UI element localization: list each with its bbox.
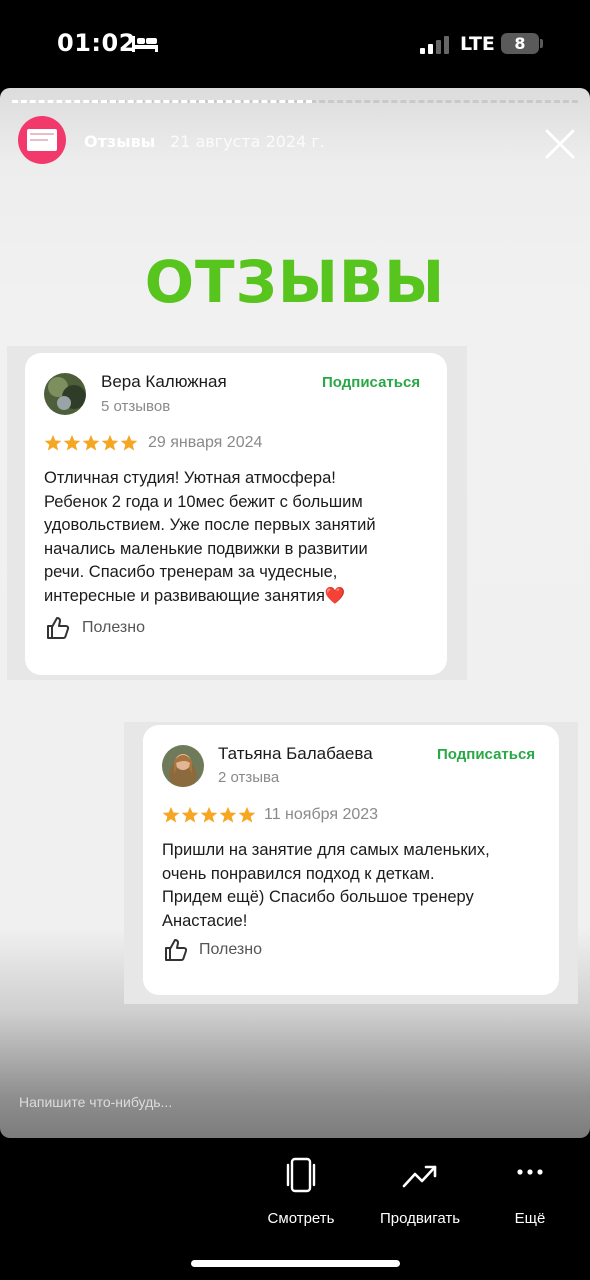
view-label: Смотреть [267, 1210, 335, 1227]
useful-button[interactable]: Полезно [82, 619, 145, 637]
home-indicator[interactable] [191, 1260, 400, 1267]
promote-button[interactable]: Продвигать [360, 1156, 480, 1227]
reviewer-photo-icon [162, 745, 204, 787]
view-button[interactable]: Смотреть [241, 1156, 361, 1227]
more-dots-icon [517, 1169, 543, 1175]
useful-button[interactable]: Полезно [199, 941, 262, 959]
status-bar: 01:02 LTE 8 [0, 0, 590, 88]
reviewer-avatar[interactable] [162, 745, 204, 787]
review-date: 29 января 2024 [148, 434, 263, 451]
promote-label: Продвигать [379, 1210, 461, 1227]
battery-level: 8 [514, 34, 526, 53]
heart-emoji: ❤️ [324, 586, 346, 605]
star-icon [101, 434, 119, 451]
thumbs-up-icon[interactable] [163, 937, 189, 963]
story-title: ОТЗЫВЫ [144, 248, 446, 316]
bottom-action-bar: Смотреть Продвигать Ещё [0, 1138, 590, 1280]
document-icon [27, 129, 57, 151]
star-icon [82, 434, 100, 451]
reviewer-review-count: 5 отзывов [101, 398, 171, 415]
story-date: 21 августа 2024 г. [170, 132, 325, 151]
star-icon [219, 806, 237, 823]
status-time: 01:02 [57, 29, 136, 57]
review-body: Отличная студия! Уютная атмосфера! Ребен… [44, 469, 376, 605]
reviewer-name[interactable]: Вера Калюжная [101, 372, 227, 392]
thumbs-up-icon[interactable] [45, 615, 71, 641]
story-account-avatar[interactable] [18, 116, 66, 164]
battery-icon: 8 [501, 33, 539, 54]
reviewer-review-count: 2 отзыва [218, 769, 280, 786]
subscribe-button[interactable]: Подписаться [322, 374, 420, 391]
subscribe-button[interactable]: Подписаться [437, 746, 535, 763]
network-type: LTE [460, 33, 495, 55]
star-icon [181, 806, 199, 823]
battery-cap [540, 39, 543, 48]
rating-stars [162, 806, 256, 824]
review-card: Вера Калюжная 5 отзывов Подписаться 29 я… [25, 353, 447, 675]
story-viewer[interactable]: Отзывы 21 августа 2024 г. ОТЗЫВЫ Вера Ка… [0, 88, 590, 1138]
device-icon [286, 1157, 316, 1193]
reply-input[interactable]: Напишите что-нибудь... [19, 1094, 172, 1110]
review-card: Татьяна Балабаева 2 отзыва Подписаться 1… [143, 725, 559, 995]
close-icon[interactable] [544, 128, 576, 160]
rating-stars [44, 434, 138, 452]
reviewer-name[interactable]: Татьяна Балабаева [218, 744, 373, 764]
star-icon [162, 806, 180, 823]
more-label: Ещё [514, 1210, 546, 1227]
star-icon [63, 434, 81, 451]
review-text: Отличная студия! Уютная атмосфера! Ребен… [44, 467, 440, 609]
star-icon [44, 434, 62, 451]
story-progress-fill [12, 100, 312, 103]
review-text: Пришли на занятие для самых маленьких, о… [162, 841, 490, 930]
star-icon [238, 806, 256, 823]
story-header: Отзывы 21 августа 2024 г. [18, 116, 578, 166]
star-icon [120, 434, 138, 451]
review-date: 11 ноября 2023 [264, 806, 379, 823]
trending-up-icon [402, 1165, 437, 1188]
story-account-name[interactable]: Отзывы [84, 132, 155, 151]
signal-icon [420, 36, 449, 54]
star-icon [200, 806, 218, 823]
reviewer-photo-icon [44, 373, 86, 415]
more-button[interactable]: Ещё [470, 1156, 590, 1227]
bed-icon [132, 36, 158, 52]
reviewer-avatar[interactable] [44, 373, 86, 415]
